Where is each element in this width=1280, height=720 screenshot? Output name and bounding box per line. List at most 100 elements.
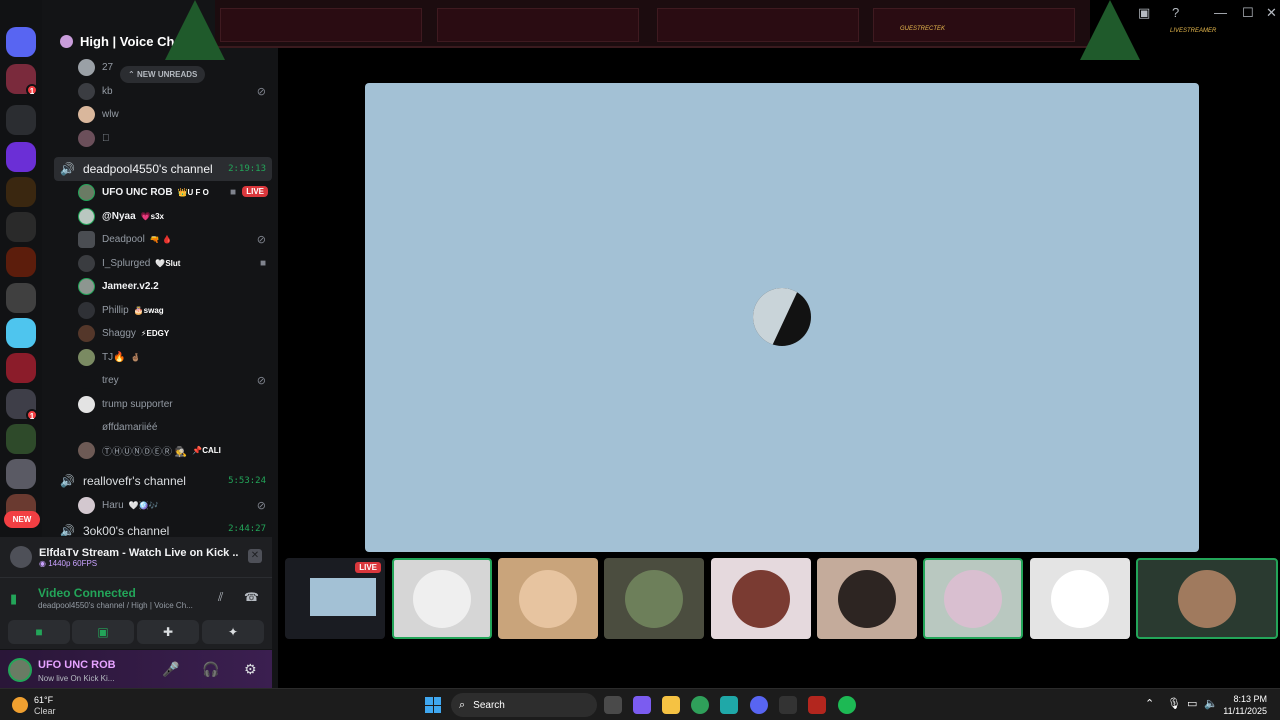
voice-user[interactable]: Phillip 🎂swag <box>78 299 272 321</box>
participant-tile[interactable] <box>604 558 704 639</box>
christmas-tree-icon <box>1080 0 1140 60</box>
soundboard-button[interactable]: ✦ <box>202 620 264 644</box>
settings-gear-icon[interactable]: ⚙ <box>244 661 257 678</box>
server-icon-dark[interactable] <box>6 212 36 242</box>
voice-channel-reallovefr[interactable]: 🔊 reallovefr's channel 5:53:24 <box>54 469 272 493</box>
close-icon[interactable]: ✕ <box>248 549 262 563</box>
close-window-icon[interactable]: ✕ <box>1266 5 1277 21</box>
voicemeeter-icon[interactable] <box>808 696 826 714</box>
app-icon-teal[interactable] <box>720 696 738 714</box>
voice-channel-deadpool4550[interactable]: 🔊 deadpool4550's channel 2:19:13 <box>54 157 272 181</box>
avatar <box>78 418 95 436</box>
server-icon-character[interactable] <box>6 459 36 489</box>
voice-user[interactable]:   <box>78 127 272 149</box>
weather-condition[interactable]: Clear <box>34 706 56 716</box>
kick-avatar-icon <box>10 546 32 568</box>
avatar <box>78 230 95 248</box>
user-tag: ⚡EDGY <box>140 328 170 338</box>
file-explorer-icon[interactable] <box>662 696 680 714</box>
minimize-icon[interactable]: — <box>1214 5 1227 20</box>
network-icon[interactable]: ▭ <box>1187 697 1197 710</box>
server-icon-grey[interactable] <box>6 283 36 313</box>
participant-tile-camera[interactable] <box>1136 558 1278 639</box>
user-tag: 🎂swag <box>133 305 164 315</box>
server-icon-anime[interactable]: 1 <box>6 389 38 421</box>
voice-user[interactable]: øffdamariiéé <box>78 416 272 438</box>
microphone-icon[interactable]: 🎤 <box>162 661 179 678</box>
weather-temperature[interactable]: 61°F <box>34 695 53 705</box>
task-view-icon[interactable] <box>604 696 622 714</box>
participant-tile[interactable] <box>711 558 811 639</box>
chevron-up-icon[interactable]: ⌃ <box>1145 697 1154 710</box>
server-icon-avatar[interactable]: 1 <box>6 64 38 96</box>
voice-user[interactable]: Deadpool 🔫 🩸 ⊘ <box>78 228 272 250</box>
weather-icon[interactable] <box>12 697 28 713</box>
audio-app-icon[interactable] <box>779 696 797 714</box>
avatar <box>625 569 683 628</box>
voice-user[interactable]: ⓉⒽⓊⓃⒹⒺⓇ 🕵 📌CALI <box>78 439 272 461</box>
server-icon-green[interactable] <box>6 424 36 454</box>
windows-taskbar: 61°F Clear ⌕ Search ⌃ 🎙 ▭ 🔈 8:13 PM 11/1… <box>0 688 1280 720</box>
voice-user[interactable]: trump supporter <box>78 393 272 415</box>
voice-user[interactable]: TJ🔥 🤞🏽 <box>78 346 272 368</box>
discord-icon[interactable] <box>750 696 768 714</box>
channel-name: reallovefr's channel <box>82 474 186 488</box>
chrome-icon[interactable] <box>691 696 709 714</box>
screen-share-button[interactable]: ▣ <box>72 620 134 644</box>
user-name: wlw <box>102 108 119 120</box>
server-icon-era[interactable] <box>6 177 36 207</box>
server-icon-red[interactable] <box>6 353 36 383</box>
new-unreads-label: NEW UNREADS <box>136 70 198 79</box>
noise-suppression-icon[interactable]: ⫽ <box>218 590 223 605</box>
copilot-icon[interactable] <box>633 696 651 714</box>
server-icon-purple[interactable] <box>6 142 36 172</box>
avatar <box>78 277 95 295</box>
voice-user[interactable]: Jameer.v2.2 <box>78 275 272 297</box>
server-icon-pumpkin[interactable] <box>6 27 36 57</box>
participant-tile[interactable] <box>498 558 598 639</box>
activities-button[interactable]: ✚ <box>137 620 199 644</box>
participant-tile[interactable] <box>392 558 492 639</box>
folder-icon[interactable] <box>6 105 36 135</box>
stream-notice[interactable]: ElfdaTv Stream - Watch Live on Kick ... … <box>0 537 272 577</box>
participant-tile[interactable] <box>817 558 917 639</box>
server-icon-cloud-cafe[interactable] <box>6 318 36 348</box>
voice-user[interactable]: trey ⊘ <box>78 369 272 391</box>
voice-user[interactable]: wlw <box>78 103 272 125</box>
voice-user[interactable]: @Nyaa 💗s3x <box>78 205 272 227</box>
signal-icon[interactable]: ▮ <box>10 591 17 607</box>
taskbar-search[interactable]: ⌕ Search <box>451 693 597 717</box>
clock-time[interactable]: 8:13 PM <box>1233 694 1267 704</box>
spotify-icon[interactable] <box>838 696 856 714</box>
disconnect-icon[interactable]: ☎ <box>244 590 259 604</box>
microphone-icon[interactable]: 🎙 <box>1167 697 1181 710</box>
voice-user[interactable]: Shaggy ⚡EDGY <box>78 322 272 344</box>
help-icon[interactable]: ? <box>1172 5 1179 20</box>
focused-participant-tile[interactable] <box>365 83 1199 552</box>
volume-icon[interactable]: 🔈 <box>1204 697 1218 710</box>
inbox-icon[interactable]: ▣ <box>1138 5 1150 21</box>
voice-channel-3ok00[interactable]: 🔊 3ok00's channel 2:44:27 <box>54 524 272 536</box>
stream-quality-label: 1440p 60FPS <box>48 558 98 568</box>
participant-tile-stream[interactable]: LIVE <box>285 558 385 639</box>
maximize-icon[interactable]: ☐ <box>1242 5 1254 21</box>
avatar[interactable] <box>8 658 32 682</box>
participant-tile[interactable] <box>1030 558 1130 639</box>
camera-button[interactable]: ■ <box>8 620 70 644</box>
avatar <box>78 348 95 366</box>
new-servers-pill[interactable]: NEW <box>4 511 40 528</box>
clock-date[interactable]: 11/11/2025 <box>1223 706 1267 716</box>
voice-user[interactable]: kb ⊘ <box>78 80 272 102</box>
participant-tile[interactable] <box>923 558 1023 639</box>
unread-badge: 1 <box>26 409 38 421</box>
user-tag: 👑U F O <box>177 187 209 197</box>
voice-channel-path[interactable]: deadpool4550's channel / High | Voice Ch… <box>38 601 193 610</box>
windows-start-icon[interactable] <box>425 697 441 713</box>
voice-user[interactable]: UFO UNC ROB 👑U F O ■ LIVE <box>78 181 272 203</box>
voice-user[interactable]: Haru 🤍🪩🎶 ⊘ <box>78 494 272 516</box>
server-icon-fire[interactable] <box>6 247 36 277</box>
user-status: Now live On Kick Ki... <box>38 674 115 683</box>
voice-user[interactable]: I_Splurged 🤍Slut ■ <box>78 252 272 274</box>
holiday-banner: GUESTRECTEK LIVESTREAMER <box>165 0 1216 62</box>
headphones-icon[interactable]: 🎧 <box>202 661 219 678</box>
